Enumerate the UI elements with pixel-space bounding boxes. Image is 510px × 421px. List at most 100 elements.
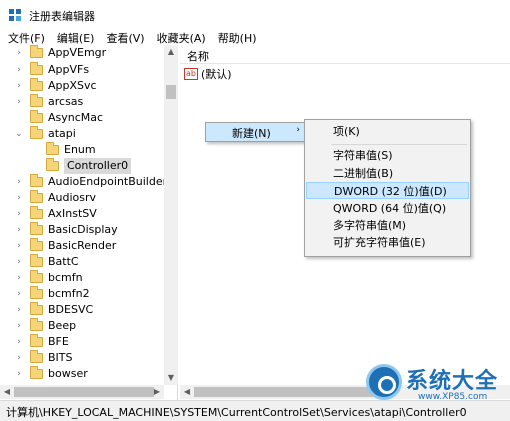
tree-vertical-scrollbar[interactable]: ▲ ▼ [164, 45, 178, 385]
scroll-up-icon[interactable]: ▲ [164, 45, 178, 59]
folder-icon [30, 78, 43, 91]
expand-arrow-icon[interactable]: › [14, 62, 24, 78]
expand-arrow-icon[interactable]: › [14, 286, 24, 302]
tree-item-label: BasicRender [48, 239, 117, 252]
folder-icon [46, 158, 59, 171]
tree-item-selected[interactable]: Controller0 [30, 158, 132, 174]
scroll-left-icon[interactable]: ◀ [180, 385, 194, 399]
tree-item[interactable]: › BattC [14, 254, 79, 270]
tree-item-label: AsyncMac [48, 111, 104, 124]
watermark: 系统大全 www.XP85.com [362, 360, 510, 410]
scrollbar-thumb[interactable] [14, 387, 154, 397]
scrollbar-thumb[interactable] [194, 387, 374, 397]
tree-item-label: Enum [64, 143, 96, 156]
tree-item[interactable]: › AudioEndpointBuilder [14, 174, 167, 190]
tree-item[interactable]: › Beep [14, 318, 76, 334]
submenu-item-key[interactable]: 项(K) [306, 123, 469, 140]
column-header[interactable]: 名称 [180, 45, 510, 64]
registry-app-icon [9, 9, 21, 21]
expand-arrow-icon[interactable]: › [14, 350, 24, 366]
expand-arrow-icon[interactable]: › [14, 318, 24, 334]
registry-tree[interactable]: › AppVEmgr › AppVFs › AppXSvc › arcsas Async… [0, 45, 178, 400]
menu-separator [331, 144, 467, 145]
folder-icon [30, 206, 43, 219]
folder-icon [30, 270, 43, 283]
folder-icon [30, 254, 43, 267]
tree-item[interactable]: › BDESVC [14, 302, 93, 318]
expand-arrow-icon[interactable]: › [14, 206, 24, 222]
menu-item-new[interactable]: 新建(N) › [206, 123, 306, 141]
folder-icon [46, 142, 59, 155]
expand-arrow-icon[interactable]: › [14, 302, 24, 318]
value-row-default[interactable]: ab (默认) [184, 66, 232, 82]
folder-icon [30, 366, 43, 379]
tree-item[interactable]: › bcmfn [14, 270, 83, 286]
folder-icon [30, 238, 43, 251]
tree-item-label: bcmfn2 [48, 287, 90, 300]
submenu-item-binary[interactable]: 二进制值(B) [306, 165, 469, 182]
menu-item-new-label: 新建(N) [232, 127, 271, 140]
scroll-left-icon[interactable]: ◀ [0, 385, 14, 399]
title-bar: 注册表编辑器 [0, 0, 510, 30]
submenu-item-expandable-string[interactable]: 可扩充字符串值(E) [306, 234, 469, 251]
scrollbar-thumb[interactable] [166, 85, 176, 99]
folder-icon [30, 318, 43, 331]
tree-item[interactable]: Enum [30, 142, 96, 158]
expand-arrow-icon[interactable]: › [14, 222, 24, 238]
tree-item[interactable]: › AppVEmgr [14, 45, 106, 61]
tree-horizontal-scrollbar[interactable]: ◀ ▶ [0, 385, 164, 399]
submenu-item-multi-string[interactable]: 多字符串值(M) [306, 217, 469, 234]
expand-arrow-icon[interactable]: › [14, 366, 24, 382]
tree-item[interactable]: › AppXSvc [14, 78, 97, 94]
tree-item-label: BFE [48, 335, 69, 348]
tree-item[interactable]: AsyncMac [14, 110, 103, 126]
submenu-arrow-icon: › [296, 125, 300, 135]
tree-item-label: atapi [48, 127, 76, 140]
submenu-item-dword[interactable]: DWORD (32 位)值(D) [306, 182, 469, 199]
tree-item-label: BITS [48, 351, 73, 364]
expand-arrow-icon[interactable]: › [14, 270, 24, 286]
expand-arrow-icon[interactable]: › [14, 94, 24, 110]
string-value-icon: ab [184, 68, 198, 80]
tree-item[interactable]: › AppVFs [14, 62, 89, 78]
new-submenu: 项(K) 字符串值(S) 二进制值(B) DWORD (32 位)值(D) QW… [304, 119, 471, 257]
submenu-item-string[interactable]: 字符串值(S) [306, 147, 469, 164]
tree-item[interactable]: › Audiosrv [14, 190, 96, 206]
folder-icon [30, 45, 43, 58]
tree-item-label: BattC [48, 255, 79, 268]
folder-icon [30, 62, 43, 75]
expand-arrow-icon[interactable]: › [14, 78, 24, 94]
window-title: 注册表编辑器 [29, 10, 95, 23]
expand-arrow-icon[interactable]: › [14, 190, 24, 206]
expand-arrow-icon[interactable]: › [14, 174, 24, 190]
tree-item[interactable]: › BasicRender [14, 238, 116, 254]
tree-item-label: AppVEmgr [48, 46, 107, 59]
collapse-arrow-icon[interactable]: ⌄ [14, 126, 24, 142]
tree-item[interactable]: › bcmfn2 [14, 286, 90, 302]
expand-arrow-icon[interactable]: › [14, 238, 24, 254]
folder-icon [30, 174, 43, 187]
scroll-down-icon[interactable]: ▼ [164, 371, 178, 385]
submenu-item-qword[interactable]: QWORD (64 位)值(Q) [306, 200, 469, 217]
tree-item[interactable]: › bowser [14, 366, 88, 382]
tree-item-label: bcmfn [48, 271, 83, 284]
expand-arrow-icon[interactable]: › [14, 45, 24, 61]
tree-item[interactable]: › arcsas [14, 94, 83, 110]
tree-item[interactable]: › AxInstSV [14, 206, 97, 222]
tree-item-label: BDESVC [48, 303, 94, 316]
column-name-label: 名称 [187, 50, 209, 63]
folder-icon [30, 190, 43, 203]
expand-arrow-icon[interactable]: › [14, 254, 24, 270]
tree-item-label: AudioEndpointBuilder [48, 175, 168, 188]
tree-item[interactable]: ⌄ atapi [14, 126, 76, 142]
tree-item-label: Beep [48, 319, 77, 332]
tree-item-label: arcsas [48, 95, 84, 108]
tree-item[interactable]: › BFE [14, 334, 69, 350]
expand-arrow-icon[interactable]: › [14, 334, 24, 350]
scroll-right-icon[interactable]: ▶ [150, 385, 164, 399]
tree-item[interactable]: › BITS [14, 350, 73, 366]
tree-item-label: Controller0 [64, 158, 132, 174]
tree-item[interactable]: › BasicDisplay [14, 222, 118, 238]
folder-icon [30, 286, 43, 299]
folder-icon [30, 302, 43, 315]
